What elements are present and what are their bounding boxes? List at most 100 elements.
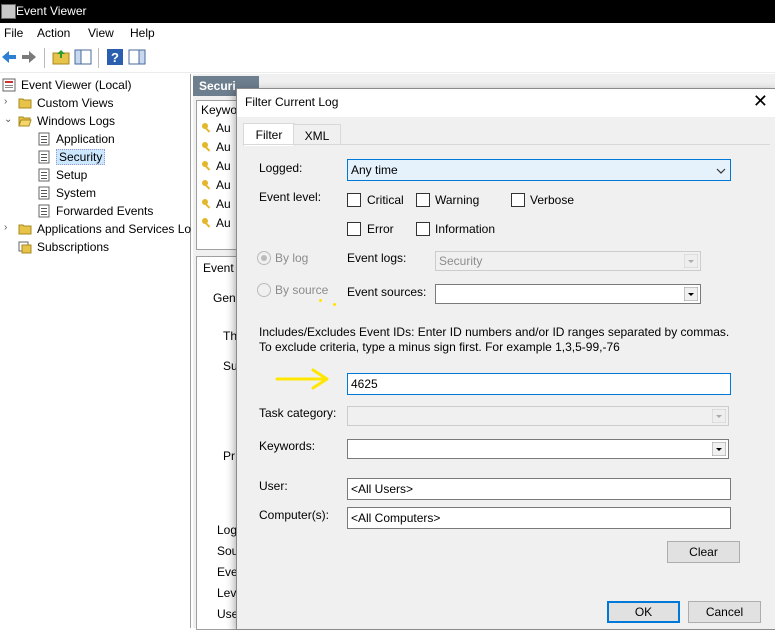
- tree-item-apps-services[interactable]: Applications and Services Lo: [18, 220, 191, 238]
- user-label: User:: [259, 479, 288, 493]
- log-icon: [38, 186, 50, 200]
- detail-text: Th: [223, 329, 238, 343]
- table-row[interactable]: Au: [201, 121, 231, 135]
- toolbar-separator: [98, 48, 99, 68]
- tree-label-application: Application: [56, 132, 115, 146]
- information-checkbox[interactable]: [416, 222, 430, 236]
- tree-label-windows-logs: Windows Logs: [37, 114, 116, 128]
- tab-general[interactable]: Gen: [213, 291, 236, 305]
- detail-prop: Lev: [217, 586, 237, 600]
- folder-up-icon[interactable]: [52, 48, 70, 66]
- log-icon: [38, 204, 50, 218]
- keywords-label: Keywords:: [259, 439, 316, 453]
- toolbar: ?: [0, 44, 775, 73]
- key-icon: [202, 161, 211, 171]
- dropdown-arrow-icon: [712, 409, 726, 423]
- tree-item-security[interactable]: Security: [37, 148, 106, 166]
- tree-item-application[interactable]: Application: [37, 130, 115, 148]
- dropdown-arrow-icon: [712, 442, 726, 456]
- key-icon: [202, 180, 211, 190]
- forward-arrow-icon[interactable]: [20, 48, 38, 66]
- tree-item-windows-logs[interactable]: Windows Logs: [18, 112, 115, 130]
- tab-xml[interactable]: XML: [293, 124, 341, 145]
- table-row[interactable]: Au: [201, 140, 231, 154]
- chevron-right-icon[interactable]: ›: [4, 97, 12, 107]
- critical-checkbox[interactable]: [347, 193, 361, 207]
- ok-button[interactable]: OK: [607, 601, 680, 623]
- dialog-titlebar: Filter Current Log ✕: [237, 89, 775, 117]
- annotation-dot: [333, 303, 336, 306]
- back-arrow-icon[interactable]: [0, 48, 18, 66]
- table-row[interactable]: Au: [201, 159, 231, 173]
- computer-label: Computer(s):: [259, 508, 330, 522]
- event-logs-select[interactable]: Security: [435, 251, 701, 271]
- event-viewer-icon: [2, 78, 16, 92]
- table-row[interactable]: Au: [201, 197, 231, 211]
- key-icon: [202, 199, 211, 209]
- tree-item-forwarded-events[interactable]: Forwarded Events: [37, 202, 153, 220]
- dropdown-arrow-icon: [684, 287, 698, 301]
- menu-help[interactable]: Help: [130, 26, 155, 40]
- tree-label-forwarded-events: Forwarded Events: [56, 204, 154, 218]
- information-label: Information: [435, 222, 496, 236]
- computer-input[interactable]: <All Computers>: [347, 507, 731, 529]
- menu-file[interactable]: File: [4, 26, 23, 40]
- chevron-right-icon[interactable]: ›: [4, 223, 12, 233]
- cancel-button[interactable]: Cancel: [688, 601, 761, 623]
- error-label: Error: [367, 222, 394, 236]
- warning-checkbox[interactable]: [416, 193, 430, 207]
- verbose-checkbox[interactable]: [511, 193, 525, 207]
- logged-label: Logged:: [259, 161, 303, 175]
- annotation-dot: [319, 299, 322, 302]
- menu-action[interactable]: Action: [37, 26, 70, 40]
- table-row[interactable]: Au: [201, 216, 231, 230]
- tree-item-root[interactable]: Event Viewer (Local): [2, 76, 132, 94]
- task-category-label: Task category:: [259, 406, 337, 420]
- by-source-label: By source: [275, 283, 329, 297]
- folder-open-icon: [18, 116, 32, 127]
- detail-prop: Log: [217, 523, 238, 537]
- tree-item-system[interactable]: System: [37, 184, 96, 202]
- action-pane-icon[interactable]: [128, 48, 146, 66]
- tree-label-system: System: [56, 186, 97, 200]
- tab-filter[interactable]: Filter: [243, 123, 295, 146]
- tree-label-root: Event Viewer (Local): [21, 78, 132, 92]
- tree-label-setup: Setup: [56, 168, 88, 182]
- tree-item-subscriptions[interactable]: Subscriptions: [18, 238, 109, 256]
- grid-column-header[interactable]: Keywo: [201, 103, 237, 117]
- verbose-label: Verbose: [530, 193, 575, 207]
- folder-icon: [18, 98, 32, 109]
- event-details-pane: Event Gen Th Su Pr Log Sou Eve Lev Use: [196, 256, 240, 630]
- menu-view[interactable]: View: [88, 26, 114, 40]
- dialog-title: Filter Current Log: [245, 95, 339, 109]
- chevron-down-icon[interactable]: ⌄: [4, 115, 12, 125]
- clear-button[interactable]: Clear: [667, 541, 740, 563]
- dropdown-arrow-icon: [684, 254, 698, 268]
- table-row[interactable]: Au: [201, 178, 231, 192]
- logged-select[interactable]: Any time: [347, 159, 731, 181]
- error-checkbox[interactable]: [347, 222, 361, 236]
- keywords-select[interactable]: [347, 439, 729, 459]
- subscriptions-icon: [18, 241, 32, 254]
- toolbar-separator: [44, 48, 45, 68]
- task-category-select[interactable]: [347, 406, 729, 426]
- tree-label-apps-services: Applications and Services Lo: [37, 222, 192, 236]
- menu-bar: File Action View Help: [0, 23, 775, 43]
- svg-text:?: ?: [111, 50, 119, 65]
- annotation-arrow-icon: [275, 368, 329, 390]
- event-ids-input[interactable]: 4625: [347, 373, 731, 395]
- user-input[interactable]: <All Users>: [347, 478, 731, 500]
- event-logs-label: Event logs:: [347, 251, 407, 265]
- event-sources-label: Event sources:: [347, 285, 427, 299]
- close-icon[interactable]: ✕: [753, 91, 768, 111]
- tree-item-custom-views[interactable]: Custom Views: [18, 94, 113, 112]
- event-ids-help: Includes/Excludes Event IDs: Enter ID nu…: [259, 325, 730, 354]
- tree-item-setup[interactable]: Setup: [37, 166, 87, 184]
- detail-text: Pr: [223, 449, 235, 463]
- event-sources-select[interactable]: [435, 284, 701, 304]
- show-hide-tree-icon[interactable]: [74, 48, 92, 66]
- log-icon: [38, 168, 50, 182]
- by-source-radio[interactable]: [257, 283, 271, 297]
- by-log-radio[interactable]: [257, 251, 271, 265]
- help-icon[interactable]: ?: [106, 48, 124, 66]
